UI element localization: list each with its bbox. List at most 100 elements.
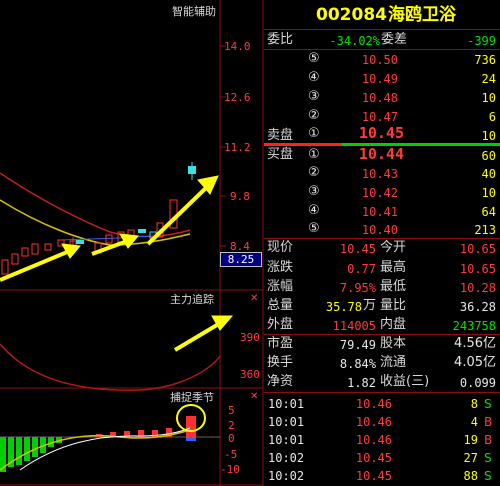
buy-label: 买盘: [267, 147, 294, 162]
tick-dir: S: [484, 397, 492, 411]
bid-price: 10.43: [361, 167, 398, 181]
price-tag: 8.25: [220, 252, 262, 267]
waipan-value: 114005: [332, 319, 376, 333]
close-icon[interactable]: ✕: [250, 391, 258, 402]
axis-label: -10: [220, 463, 240, 476]
close-icon[interactable]: ✕: [250, 293, 258, 304]
bid-level: ①: [308, 147, 320, 162]
jinkai-value: 10.65: [459, 242, 496, 256]
axis-label: 0: [228, 432, 235, 445]
bid-volume: 40: [481, 167, 496, 181]
yellow-arrows: [0, 175, 219, 282]
huanshou-label: 换手: [267, 355, 294, 370]
axis-label: -5: [224, 448, 238, 461]
bid-price: 10.44: [358, 145, 404, 163]
bid-level: ②: [308, 165, 320, 180]
bid-price: 10.40: [361, 223, 398, 237]
tick-time: 10:02: [268, 469, 305, 483]
xianjia-value: 10.45: [339, 242, 376, 256]
waipan-label: 外盘: [267, 317, 294, 332]
ask-level: ①: [308, 126, 320, 141]
liangbi-label: 量比: [380, 298, 407, 313]
ask-level: ⑤: [308, 51, 320, 66]
zuidi-value: 10.28: [459, 281, 496, 295]
quote-panel: 002084 海鸥卫浴 委比 -34.02% 委差 -399 卖盘 ⑤ 10.5…: [264, 0, 500, 486]
tick-volume: 27: [463, 451, 478, 465]
ask-price: 10.49: [361, 72, 398, 86]
tick-dir: B: [484, 415, 493, 429]
bid-level: ③: [308, 184, 320, 199]
tick-price: 10.46: [355, 415, 392, 429]
huanshou-value: 8.84%: [339, 357, 376, 371]
zhangdie-value: 0.77: [347, 262, 376, 276]
tick-price: 10.46: [355, 397, 392, 411]
tick-price: 10.46: [355, 433, 392, 447]
xianjia-label: 现价: [267, 240, 294, 255]
axis-label: 5: [228, 404, 235, 417]
neipan-value: 243758: [452, 319, 496, 333]
chart-svg: [0, 0, 264, 486]
bid-level: ⑤: [308, 221, 320, 236]
jingzi-value: 1.82: [347, 376, 376, 390]
tick-volume: 4: [470, 415, 478, 429]
ask-volume: 736: [474, 53, 496, 67]
zuigao-label: 最高: [380, 260, 407, 275]
zongliang-value: 35.78: [325, 300, 362, 314]
liutong-label: 流通: [380, 355, 407, 370]
ask-level: ③: [308, 89, 320, 104]
ma-red-line: [0, 172, 191, 238]
zhangfu-label: 涨幅: [267, 279, 294, 294]
ask-price: 10.48: [361, 91, 398, 105]
tick-volume: 19: [463, 433, 478, 447]
bid-volume: 60: [481, 149, 496, 163]
axis-label: 2: [228, 419, 235, 432]
bid-volume: 213: [474, 223, 496, 237]
guben-value: 4.56亿: [454, 336, 496, 351]
tick-volume: 88: [463, 469, 478, 483]
tick-dir: B: [484, 433, 493, 447]
ask-volume: 24: [481, 72, 496, 86]
zhangfu-value: 7.95%: [339, 281, 376, 295]
bid-volume: 64: [481, 205, 496, 219]
tick-time: 10:01: [268, 415, 305, 429]
jingzi-label: 净资: [267, 374, 294, 389]
main-force-curve: [0, 343, 221, 391]
axis-label: 12.6: [224, 91, 251, 104]
weicha-value: -399: [467, 34, 496, 48]
ask-volume: 10: [481, 91, 496, 105]
liangbi-value: 36.28: [459, 300, 496, 314]
bid-volume: 10: [481, 186, 496, 200]
tick-time: 10:01: [268, 433, 305, 447]
stock-name: 海鸥卫浴: [388, 5, 456, 25]
zuigao-value: 10.65: [459, 262, 496, 276]
ask-level: ②: [308, 108, 320, 123]
main-panel-title: 智能辅助: [172, 5, 216, 18]
mid-panel-title: 主力追踪: [170, 293, 214, 306]
jinkai-label: 今开: [380, 240, 407, 255]
tick-time: 10:02: [268, 451, 305, 465]
guben-label: 股本: [380, 336, 407, 351]
tick-dir: S: [484, 469, 492, 483]
ask-level: ④: [308, 70, 320, 85]
shouyi-label: 收益(三): [380, 374, 430, 389]
bid-level: ④: [308, 203, 320, 218]
zuidi-label: 最低: [380, 279, 407, 294]
spread-bar-red: [264, 143, 342, 146]
weicha-label: 委差: [381, 32, 408, 47]
stock-code: 002084: [316, 5, 387, 25]
liutong-value: 4.05亿: [454, 355, 496, 370]
tick-volume: 8: [470, 397, 478, 411]
axis-label: 9.8: [230, 190, 250, 203]
weibi-label: 委比: [267, 32, 294, 47]
bid-price: 10.42: [361, 186, 398, 200]
neipan-label: 内盘: [380, 317, 407, 332]
weibi-value: -34.02%: [329, 34, 380, 48]
axis-label: 390: [240, 331, 260, 344]
sell-label: 卖盘: [267, 128, 294, 143]
tick-price: 10.45: [355, 451, 392, 465]
low-panel-title: 捕捉季节: [170, 391, 214, 404]
ask-price: 10.45: [358, 124, 404, 142]
zhangdie-label: 涨跌: [267, 260, 294, 275]
ask-price: 10.47: [361, 110, 398, 124]
ask-volume: 6: [488, 110, 496, 124]
